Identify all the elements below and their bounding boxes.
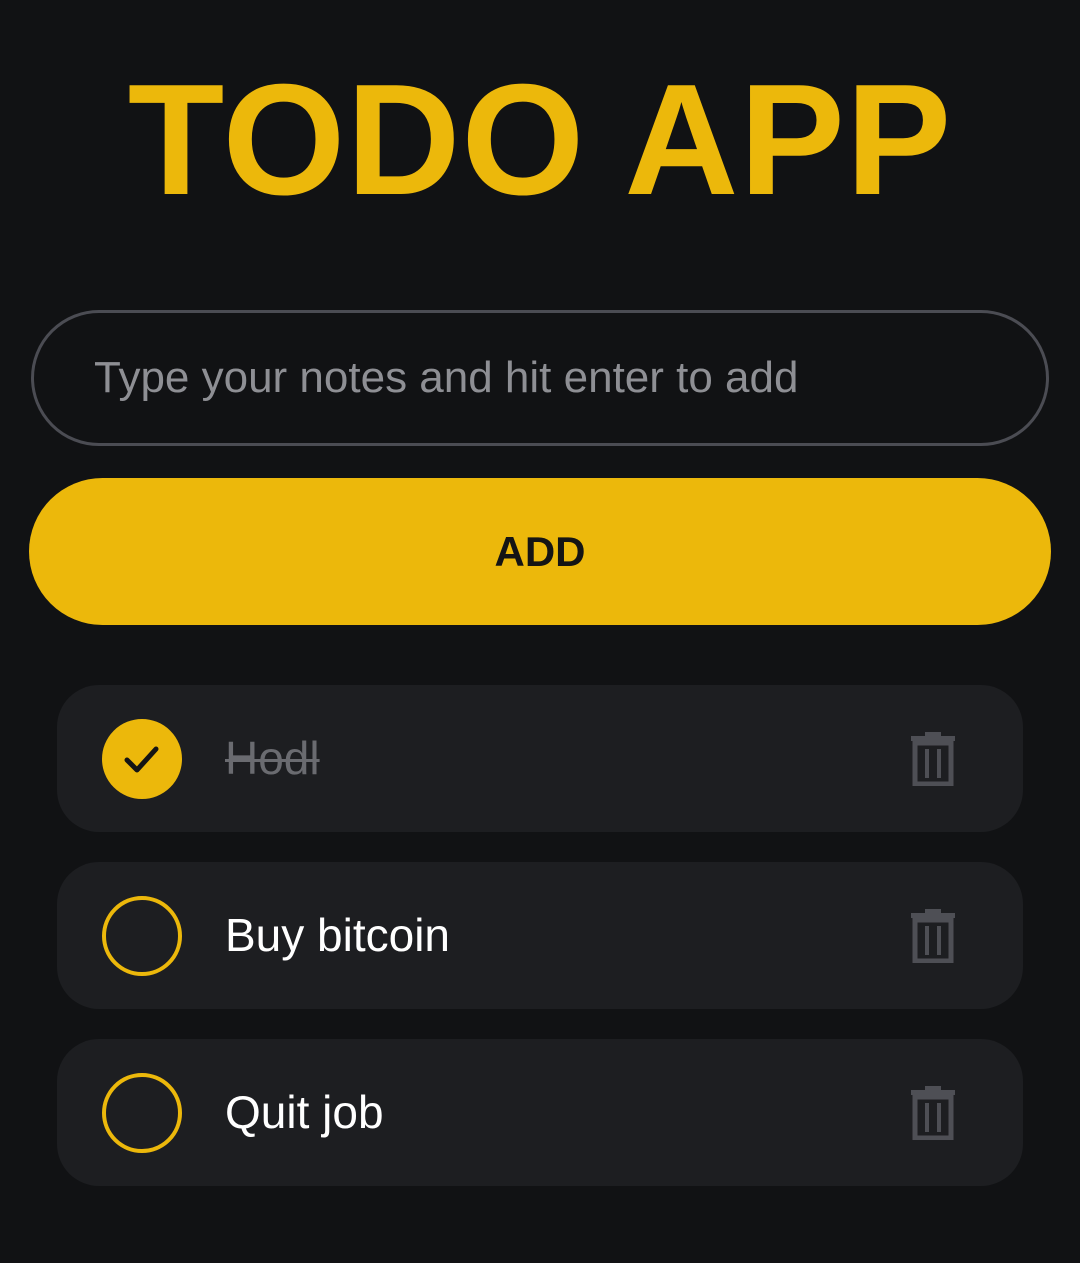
- todo-checkbox[interactable]: [102, 1073, 182, 1153]
- todo-input[interactable]: [34, 313, 1046, 443]
- todo-checkbox[interactable]: [102, 896, 182, 976]
- app-title: TODO APP: [127, 52, 953, 228]
- trash-icon[interactable]: [910, 1086, 956, 1140]
- todo-text: Quit job: [225, 1086, 384, 1138]
- todo-input-container: [31, 310, 1049, 446]
- todo-text: Buy bitcoin: [225, 909, 451, 961]
- add-button[interactable]: ADD: [29, 478, 1051, 625]
- todo-checkbox[interactable]: [102, 719, 182, 799]
- trash-icon[interactable]: [910, 732, 956, 786]
- trash-icon[interactable]: [910, 909, 956, 963]
- check-icon: [124, 746, 159, 773]
- todo-text: Hodl: [225, 732, 320, 784]
- todo-item: Quit job: [57, 1039, 1023, 1186]
- todo-item: Buy bitcoin: [57, 862, 1023, 1009]
- todo-item: Hodl: [57, 685, 1023, 832]
